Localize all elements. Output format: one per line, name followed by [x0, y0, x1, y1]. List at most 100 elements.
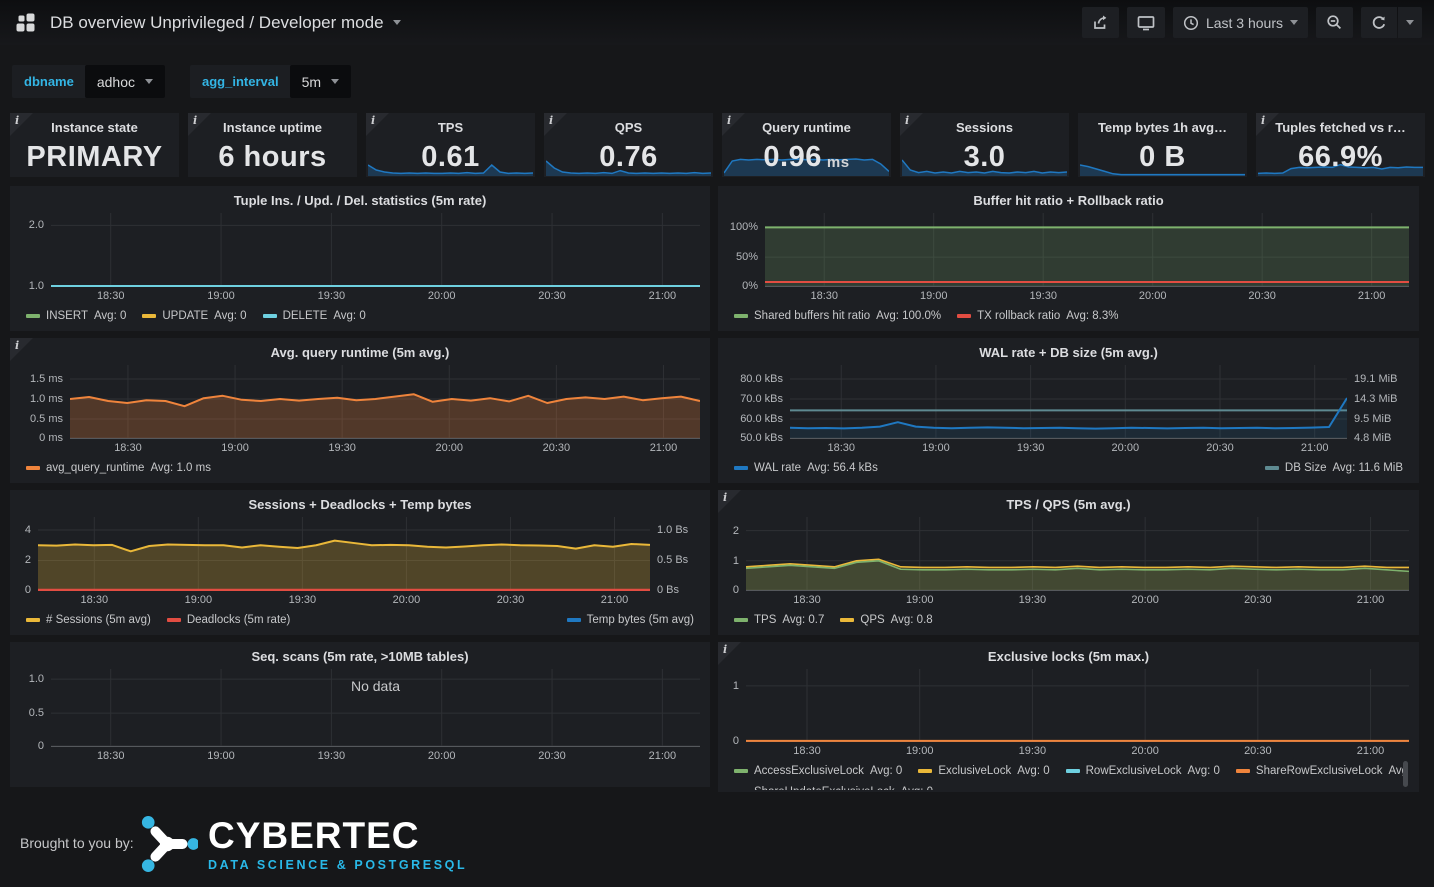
- cybertec-name: CYBERTEC: [208, 817, 467, 854]
- refresh-button[interactable]: [1361, 7, 1397, 38]
- x-tick-label: 21:00: [649, 750, 677, 762]
- plot-canvas[interactable]: [70, 365, 700, 439]
- panel-title[interactable]: Tuple Ins. / Upd. / Del. statistics (5m …: [20, 188, 700, 213]
- panel-legend: [20, 764, 700, 785]
- x-tick-label: 20:30: [1244, 594, 1272, 606]
- chevron-down-icon: [331, 79, 339, 84]
- plot-canvas[interactable]: [765, 213, 1409, 287]
- panel-info-icon[interactable]: i: [366, 113, 389, 136]
- stat-panel[interactable]: iQuery runtime0.96ms: [722, 113, 891, 177]
- panel-info-icon[interactable]: i: [718, 490, 741, 513]
- dashboard-title-button[interactable]: DB overview Unprivileged / Developer mod…: [50, 13, 401, 33]
- legend-swatch: [1265, 466, 1279, 470]
- graph-panel: Tuple Ins. / Upd. / Del. statistics (5m …: [10, 186, 710, 331]
- legend-item[interactable]: # Sessions (5m avg): [26, 614, 151, 626]
- panel-title[interactable]: Avg. query runtime (5m avg.): [20, 340, 700, 365]
- variable-value-dropdown[interactable]: 5m: [290, 65, 351, 98]
- panel-info-icon[interactable]: i: [722, 113, 745, 136]
- stat-panel[interactable]: iSessions3.0: [900, 113, 1069, 177]
- legend-item[interactable]: Temp bytes (5m avg): [567, 614, 694, 626]
- graph-panel: WAL rate + DB size (5m avg.)80.0 kBs70.0…: [718, 338, 1419, 483]
- share-button[interactable]: [1082, 7, 1119, 38]
- legend-swatch: [734, 618, 748, 622]
- legend-item[interactable]: AccessExclusiveLockAvg: 0: [734, 765, 902, 777]
- legend-row: ShareUpdateExclusiveLockAvg: 0: [734, 781, 1407, 790]
- legend-swatch: [26, 618, 40, 622]
- stat-value: 6 hours: [188, 137, 357, 177]
- plot-canvas[interactable]: [790, 365, 1347, 439]
- legend-item[interactable]: DELETEAvg: 0: [263, 310, 366, 322]
- y-tick-label: 1.0: [29, 280, 44, 292]
- plot-canvas[interactable]: [38, 517, 650, 591]
- tv-mode-button[interactable]: [1127, 7, 1165, 38]
- panel-info-icon[interactable]: i: [544, 113, 567, 136]
- grafana-menu-icon[interactable]: [12, 10, 38, 36]
- legend-item[interactable]: UPDATEAvg: 0: [142, 310, 246, 322]
- legend-item[interactable]: RowExclusiveLockAvg: 0: [1066, 765, 1220, 777]
- legend-item[interactable]: TPSAvg: 0.7: [734, 614, 824, 626]
- panel-title[interactable]: Buffer hit ratio + Rollback ratio: [728, 188, 1409, 213]
- stat-panel[interactable]: Temp bytes 1h avg…0 B: [1078, 113, 1247, 177]
- panel-info-icon[interactable]: i: [188, 113, 211, 136]
- plot-canvas[interactable]: [746, 669, 1409, 742]
- plot-canvas[interactable]: [746, 517, 1409, 591]
- info-i-glyph: i: [727, 114, 731, 127]
- panel-info-icon[interactable]: i: [718, 642, 741, 665]
- info-i-glyph: i: [723, 643, 727, 656]
- x-axis-labels: 18:3019:0019:3020:0020:3021:00: [51, 287, 700, 304]
- y-axis-labels: 1.00.50: [20, 669, 51, 747]
- chevron-down-icon: [145, 79, 153, 84]
- legend-avg: Avg: 0: [901, 786, 933, 791]
- panel-plot-area: 80.0 kBs70.0 kBs60.0 kBs50.0 kBs19.1 MiB…: [728, 365, 1409, 439]
- legend-item[interactable]: TX rollback ratioAvg: 8.3%: [957, 310, 1118, 322]
- zoom-out-button[interactable]: [1316, 7, 1353, 38]
- panel-info-icon[interactable]: i: [10, 338, 33, 361]
- panel-title[interactable]: Sessions + Deadlocks + Temp bytes: [20, 492, 700, 517]
- legend-scrollbar[interactable]: [1403, 761, 1408, 787]
- legend-item[interactable]: INSERTAvg: 0: [26, 310, 126, 322]
- stat-panel[interactable]: iTPS0.61: [366, 113, 535, 177]
- panel-info-icon[interactable]: i: [10, 113, 33, 136]
- y-tick-label: 100%: [730, 221, 758, 233]
- panel-title[interactable]: Seq. scans (5m rate, >10MB tables): [20, 644, 700, 669]
- stat-panel[interactable]: iQPS0.76: [544, 113, 713, 177]
- panel-title[interactable]: Exclusive locks (5m max.): [728, 644, 1409, 669]
- y-tick-label: 2: [733, 525, 739, 537]
- variable-value-dropdown[interactable]: adhoc: [85, 65, 165, 98]
- legend-swatch: [167, 618, 181, 622]
- legend-item[interactable]: ExclusiveLockAvg: 0: [918, 765, 1049, 777]
- legend-item[interactable]: avg_query_runtimeAvg: 1.0 ms: [26, 462, 211, 474]
- panel-title[interactable]: TPS / QPS (5m avg.): [728, 492, 1409, 517]
- x-tick-label: 18:30: [810, 290, 838, 302]
- stat-panel[interactable]: iTuples fetched vs r…66.9%: [1256, 113, 1425, 177]
- cybertec-logo[interactable]: CYBERTEC DATA SCIENCE & POSTGRESQL: [140, 816, 467, 872]
- stat-panel[interactable]: iInstance statePRIMARY: [10, 113, 179, 177]
- panel-info-icon[interactable]: i: [900, 113, 923, 136]
- panel-title[interactable]: WAL rate + DB size (5m avg.): [728, 340, 1409, 365]
- cybertec-subtitle: DATA SCIENCE & POSTGRESQL: [208, 858, 467, 872]
- legend-item[interactable]: Shared buffers hit ratioAvg: 100.0%: [734, 310, 941, 322]
- stat-panel[interactable]: iInstance uptime6 hours: [188, 113, 357, 177]
- legend-item[interactable]: ShareUpdateExclusiveLockAvg: 0: [734, 786, 933, 791]
- legend-label: INSERT: [46, 310, 88, 322]
- legend-avg: Avg: 0: [214, 310, 246, 322]
- legend-item[interactable]: QPSAvg: 0.8: [840, 614, 932, 626]
- time-range-button[interactable]: Last 3 hours: [1173, 7, 1308, 38]
- panel-info-icon[interactable]: i: [1256, 113, 1279, 136]
- stat-value-number: 0.96: [763, 141, 821, 174]
- plot-canvas[interactable]: No data: [51, 669, 700, 747]
- panel-plot-area: 1.5 ms1.0 ms0.5 ms0 ms: [20, 365, 700, 439]
- plot-canvas[interactable]: [51, 213, 700, 287]
- zoom-out-icon: [1326, 14, 1343, 31]
- stat-title: Temp bytes 1h avg…: [1078, 120, 1247, 135]
- legend-label: DELETE: [283, 310, 328, 322]
- legend-item[interactable]: Deadlocks (5m rate): [167, 614, 291, 626]
- info-i-glyph: i: [905, 114, 909, 127]
- y-tick-label: 1.0 ms: [30, 393, 63, 405]
- legend-item[interactable]: WAL rateAvg: 56.4 kBs: [734, 462, 878, 474]
- legend-label: avg_query_runtime: [46, 462, 144, 474]
- legend-swatch: [1066, 769, 1080, 773]
- refresh-interval-button[interactable]: [1398, 7, 1422, 38]
- legend-item[interactable]: DB SizeAvg: 11.6 MiB: [1265, 462, 1403, 474]
- legend-item[interactable]: ShareRowExclusiveLockAvg: 0: [1236, 765, 1409, 777]
